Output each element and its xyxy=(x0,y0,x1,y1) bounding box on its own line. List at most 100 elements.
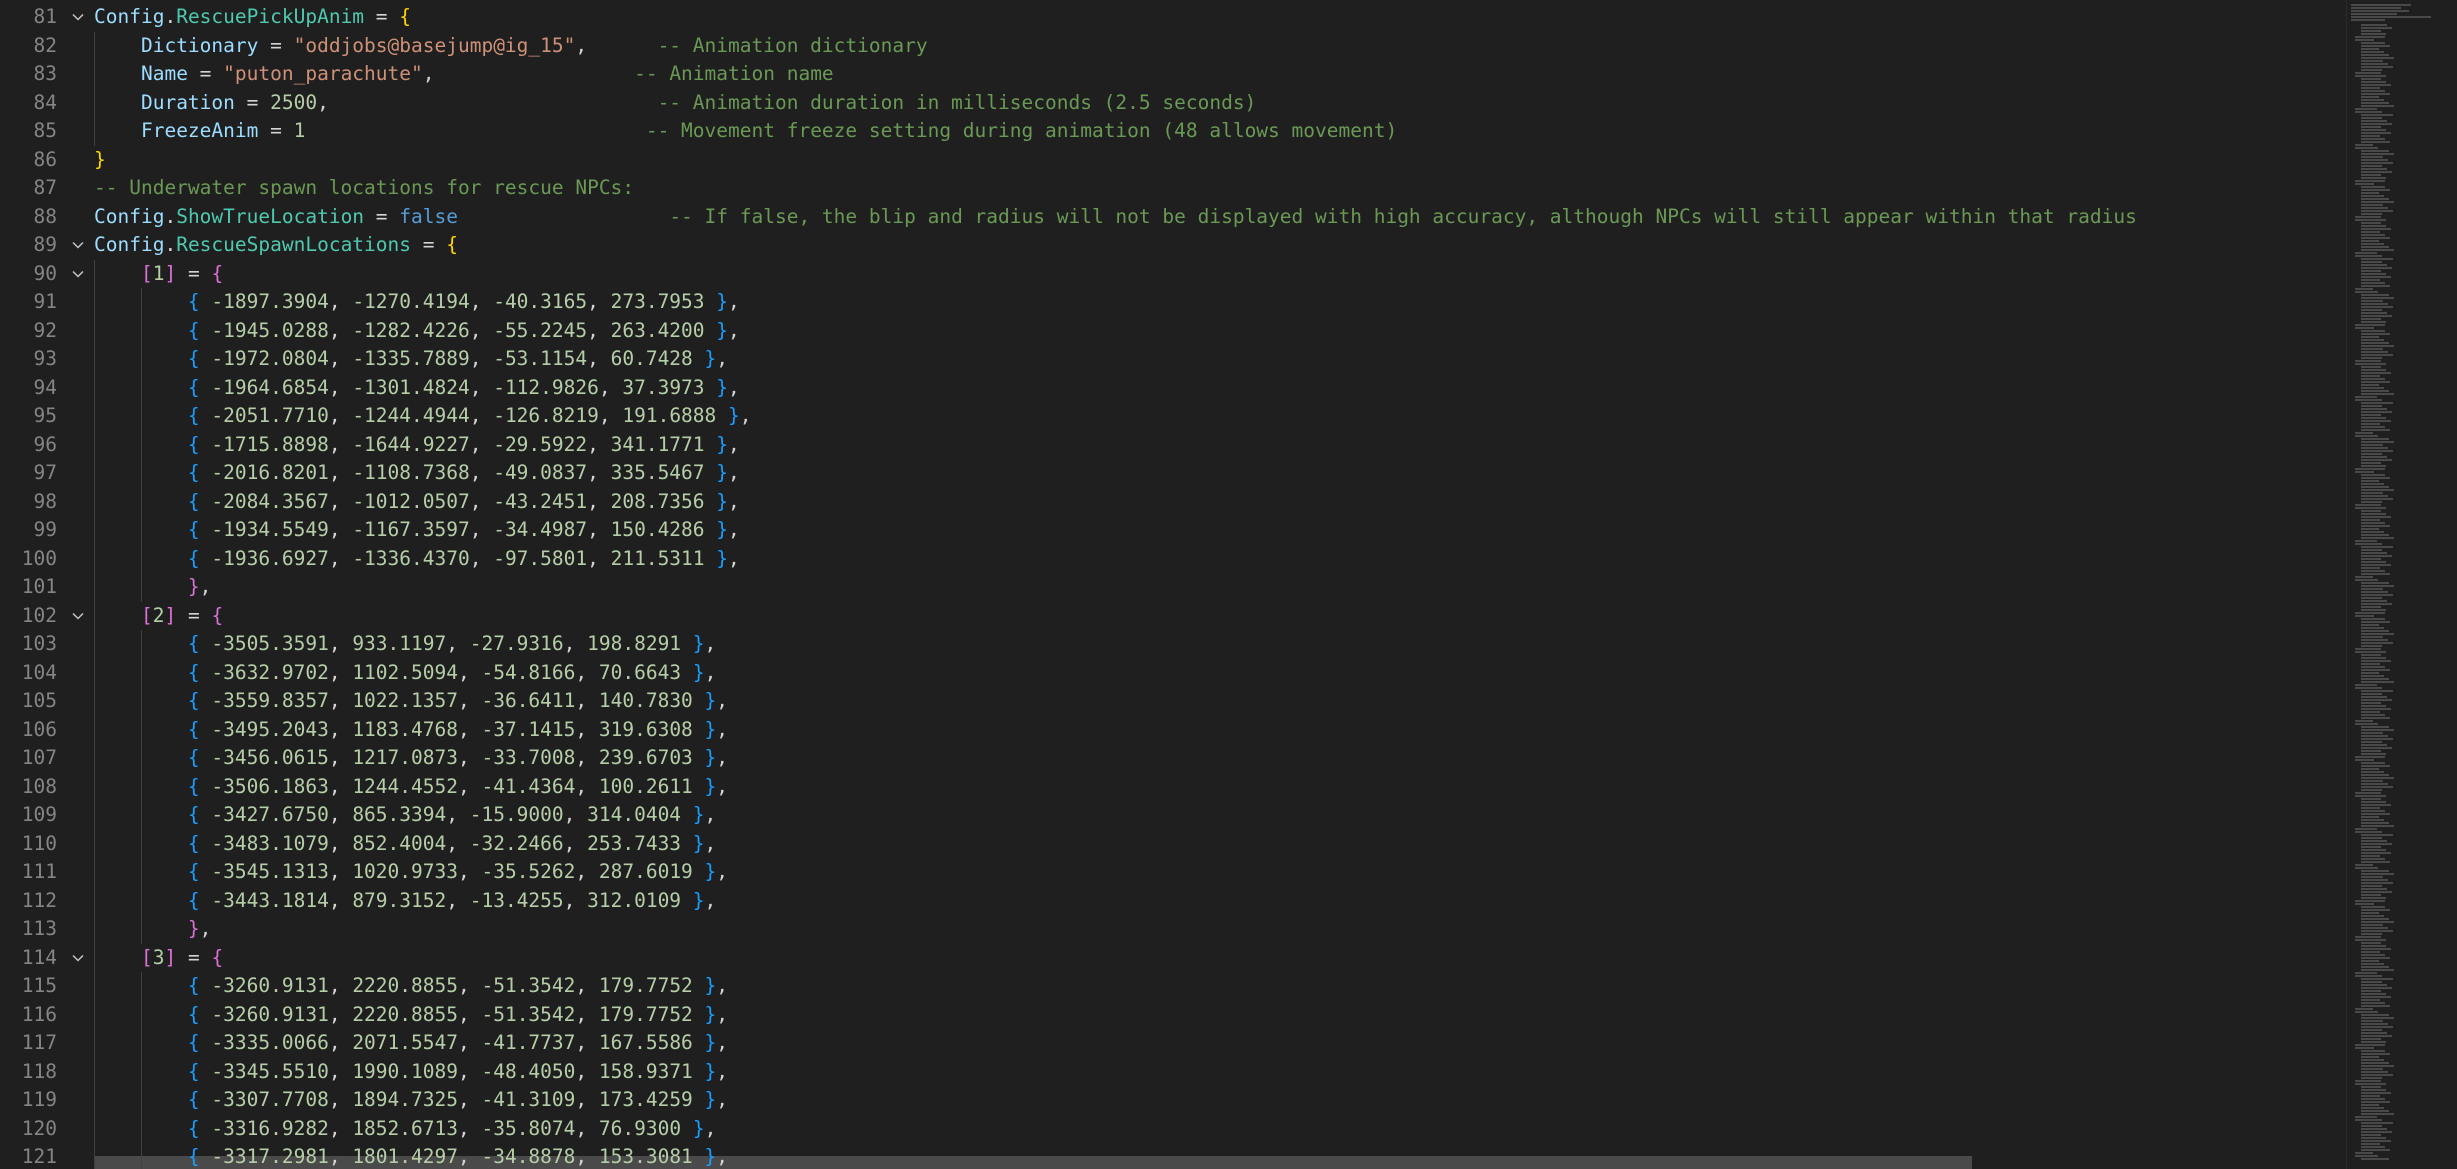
code-line[interactable]: 101 }, xyxy=(0,573,2340,602)
chevron-down-icon[interactable] xyxy=(68,3,88,32)
code-line[interactable]: 116 { -3260.9131, 2220.8855, -51.3542, 1… xyxy=(0,1001,2340,1030)
code-line[interactable]: 121 { -3317.2981, 1801.4297, -34.8878, 1… xyxy=(0,1143,2340,1169)
code-line[interactable]: 84 Duration = 2500, -- Animation duratio… xyxy=(0,89,2340,118)
code-line[interactable]: 108 { -3506.1863, 1244.4552, -41.4364, 1… xyxy=(0,773,2340,802)
code-line[interactable]: 81 Config.RescuePickUpAnim = { xyxy=(0,3,2340,32)
code-line[interactable]: 94 { -1964.6854, -1301.4824, -112.9826, … xyxy=(0,374,2340,403)
minimap-line xyxy=(2361,60,2383,62)
minimap-line xyxy=(2361,303,2388,305)
minimap-line xyxy=(2361,414,2381,416)
token-num: -2084.3567 xyxy=(211,489,329,513)
minimap-line xyxy=(2361,24,2387,26)
minimap-line xyxy=(2361,822,2389,824)
token-id: Duration xyxy=(140,90,235,114)
minimap-line xyxy=(2361,858,2385,860)
minimap-line xyxy=(2361,993,2386,995)
token-id: Name xyxy=(140,62,188,85)
code-line[interactable]: 112 { -3443.1814, 879.3152, -13.4255, 31… xyxy=(0,887,2340,916)
code-line[interactable]: 87 -- Underwater spawn locations for resc… xyxy=(0,174,2340,203)
minimap-line xyxy=(2361,729,2394,731)
token-plain: , xyxy=(704,831,717,855)
code-line[interactable]: 120 { -3316.9282, 1852.6713, -35.8074, 7… xyxy=(0,1115,2340,1144)
token-plain: , xyxy=(563,803,588,826)
minimap-line xyxy=(2355,723,2378,725)
code-line[interactable]: 92 { -1945.0288, -1282.4226, -55.2245, 2… xyxy=(0,317,2340,346)
token-num: -34.4987 xyxy=(493,518,588,541)
token-prop: RescueSpawnLocations xyxy=(176,233,412,256)
code-line[interactable]: 105 { -3559.8357, 1022.1357, -36.6411, 1… xyxy=(0,687,2340,716)
minimap-line xyxy=(2361,132,2391,134)
chevron-down-icon[interactable] xyxy=(68,602,88,631)
chevron-down-icon[interactable] xyxy=(68,260,88,289)
code-line[interactable]: 104 { -3632.9702, 1102.5094, -54.8166, 7… xyxy=(0,659,2340,688)
minimap-line xyxy=(2355,864,2373,866)
code-line[interactable]: 95 { -2051.7710, -1244.4944, -126.8219, … xyxy=(0,402,2340,431)
token-b3: { xyxy=(187,1002,200,1026)
code-line[interactable]: 111 { -3545.1313, 1020.9733, -35.5262, 2… xyxy=(0,858,2340,887)
minimap-line xyxy=(2361,225,2386,227)
minimap-line xyxy=(2361,840,2387,842)
token-b3: } xyxy=(704,717,717,741)
minimap-line xyxy=(2361,270,2381,272)
minimap-line xyxy=(2361,861,2390,863)
code-line[interactable]: 106 { -3495.2043, 1183.4768, -37.1415, 3… xyxy=(0,716,2340,745)
code-line[interactable]: 96 { -1715.8898, -1644.9227, -29.5922, 3… xyxy=(0,431,2340,460)
code-line[interactable]: 107 { -3456.0615, 1217.0873, -33.7008, 2… xyxy=(0,744,2340,773)
token-plain: , xyxy=(328,831,353,855)
code-line[interactable]: 119 { -3307.7708, 1894.7325, -41.3109, 1… xyxy=(0,1086,2340,1115)
token-num: 37.3973 xyxy=(622,375,705,399)
minimap-line xyxy=(2351,13,2397,15)
token-plain: , xyxy=(457,974,482,997)
token-plain: , xyxy=(563,888,588,912)
token-num: 2500 xyxy=(270,90,318,114)
token-num: -41.4364 xyxy=(481,774,576,798)
code-line[interactable]: 117 { -3335.0066, 2071.5547, -41.7737, 1… xyxy=(0,1029,2340,1058)
code-line[interactable]: 93 { -1972.0804, -1335.7889, -53.1154, 6… xyxy=(0,345,2340,374)
code-line[interactable]: 118 { -3345.5510, 1990.1089, -48.4050, 1… xyxy=(0,1058,2340,1087)
minimap-line xyxy=(2361,774,2389,776)
minimap-line xyxy=(2361,441,2394,443)
code-line[interactable]: 99 { -1934.5549, -1167.3597, -34.4987, 1… xyxy=(0,516,2340,545)
chevron-down-icon[interactable] xyxy=(68,231,88,260)
line-number: 88 xyxy=(33,204,57,228)
token-plain: , xyxy=(728,518,740,541)
code-line[interactable]: 114 [3] = { xyxy=(0,944,2340,973)
code-line[interactable]: 89 Config.RescueSpawnLocations = { xyxy=(0,231,2340,260)
minimap-line xyxy=(2361,438,2389,440)
code-line[interactable]: 100 { -1936.6927, -1336.4370, -97.5801, … xyxy=(0,545,2340,574)
code-line[interactable]: 115 { -3260.9131, 2220.8855, -51.3542, 1… xyxy=(0,972,2340,1001)
chevron-down-icon[interactable] xyxy=(68,944,88,973)
code-text: Dictionary = "oddjobs@basejump@ig_15", -… xyxy=(94,32,928,61)
code-line[interactable]: 110 { -3483.1079, 852.4004, -32.2466, 25… xyxy=(0,830,2340,859)
code-line[interactable]: 102 [2] = { xyxy=(0,602,2340,631)
code-line[interactable]: 97 { -2016.8201, -1108.7368, -49.0837, 3… xyxy=(0,459,2340,488)
token-plain: , xyxy=(716,746,729,769)
minimap-line xyxy=(2355,936,2381,938)
token-b3: { xyxy=(187,318,200,342)
minimap-line xyxy=(2361,561,2386,563)
token-plain: , xyxy=(457,1116,482,1140)
minimap[interactable] xyxy=(2346,0,2457,1169)
code-line[interactable]: 109 { -3427.6750, 865.3394, -15.9000, 31… xyxy=(0,801,2340,830)
code-text: { -3545.1313, 1020.9733, -35.5262, 287.6… xyxy=(94,858,728,887)
token-plain: = xyxy=(176,261,212,285)
code-line[interactable]: 98 { -2084.3567, -1012.0507, -43.2451, 2… xyxy=(0,488,2340,517)
line-number: 114 xyxy=(21,945,57,969)
code-line[interactable]: 88 Config.ShowTrueLocation = false -- If … xyxy=(0,203,2340,232)
code-line[interactable]: 113 }, xyxy=(0,915,2340,944)
code-line[interactable]: 91 { -1897.3904, -1270.4194, -40.3165, 2… xyxy=(0,288,2340,317)
code-line[interactable]: 83 Name = "puton_parachute", -- Animatio… xyxy=(0,60,2340,89)
code-editor[interactable]: 81 Config.RescuePickUpAnim = {82 Dictiona… xyxy=(0,0,2340,1169)
code-line[interactable]: 85 FreezeAnim = 1 -- Movement freeze set… xyxy=(0,117,2340,146)
minimap-line xyxy=(2361,213,2382,215)
code-line[interactable]: 86} xyxy=(0,146,2340,175)
code-text: { -3559.8357, 1022.1357, -36.6411, 140.7… xyxy=(94,687,728,716)
code-line[interactable]: 82 Dictionary = "oddjobs@basejump@ig_15"… xyxy=(0,32,2340,61)
code-line[interactable]: 90 [1] = { xyxy=(0,260,2340,289)
code-line[interactable]: 103 { -3505.3591, 933.1197, -27.9316, 19… xyxy=(0,630,2340,659)
